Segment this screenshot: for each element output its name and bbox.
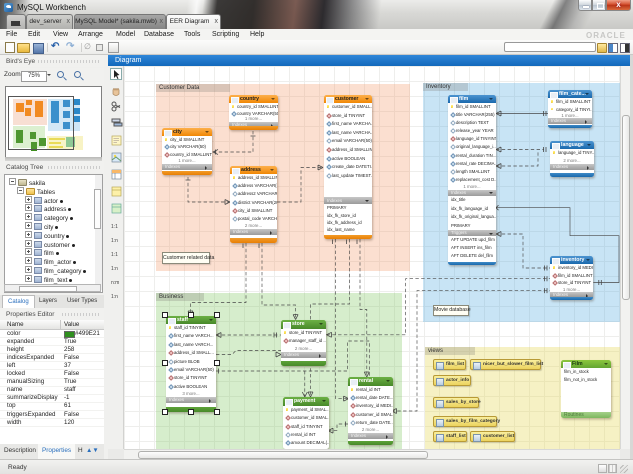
svg-text:1:1: 1:1 xyxy=(111,252,118,258)
svg-text:1:n: 1:n xyxy=(111,266,118,272)
svg-text:1:n: 1:n xyxy=(111,294,118,300)
svg-text:n:m: n:m xyxy=(111,280,119,286)
svg-text:1:1: 1:1 xyxy=(111,224,118,230)
svg-text:1:n: 1:n xyxy=(111,238,118,244)
